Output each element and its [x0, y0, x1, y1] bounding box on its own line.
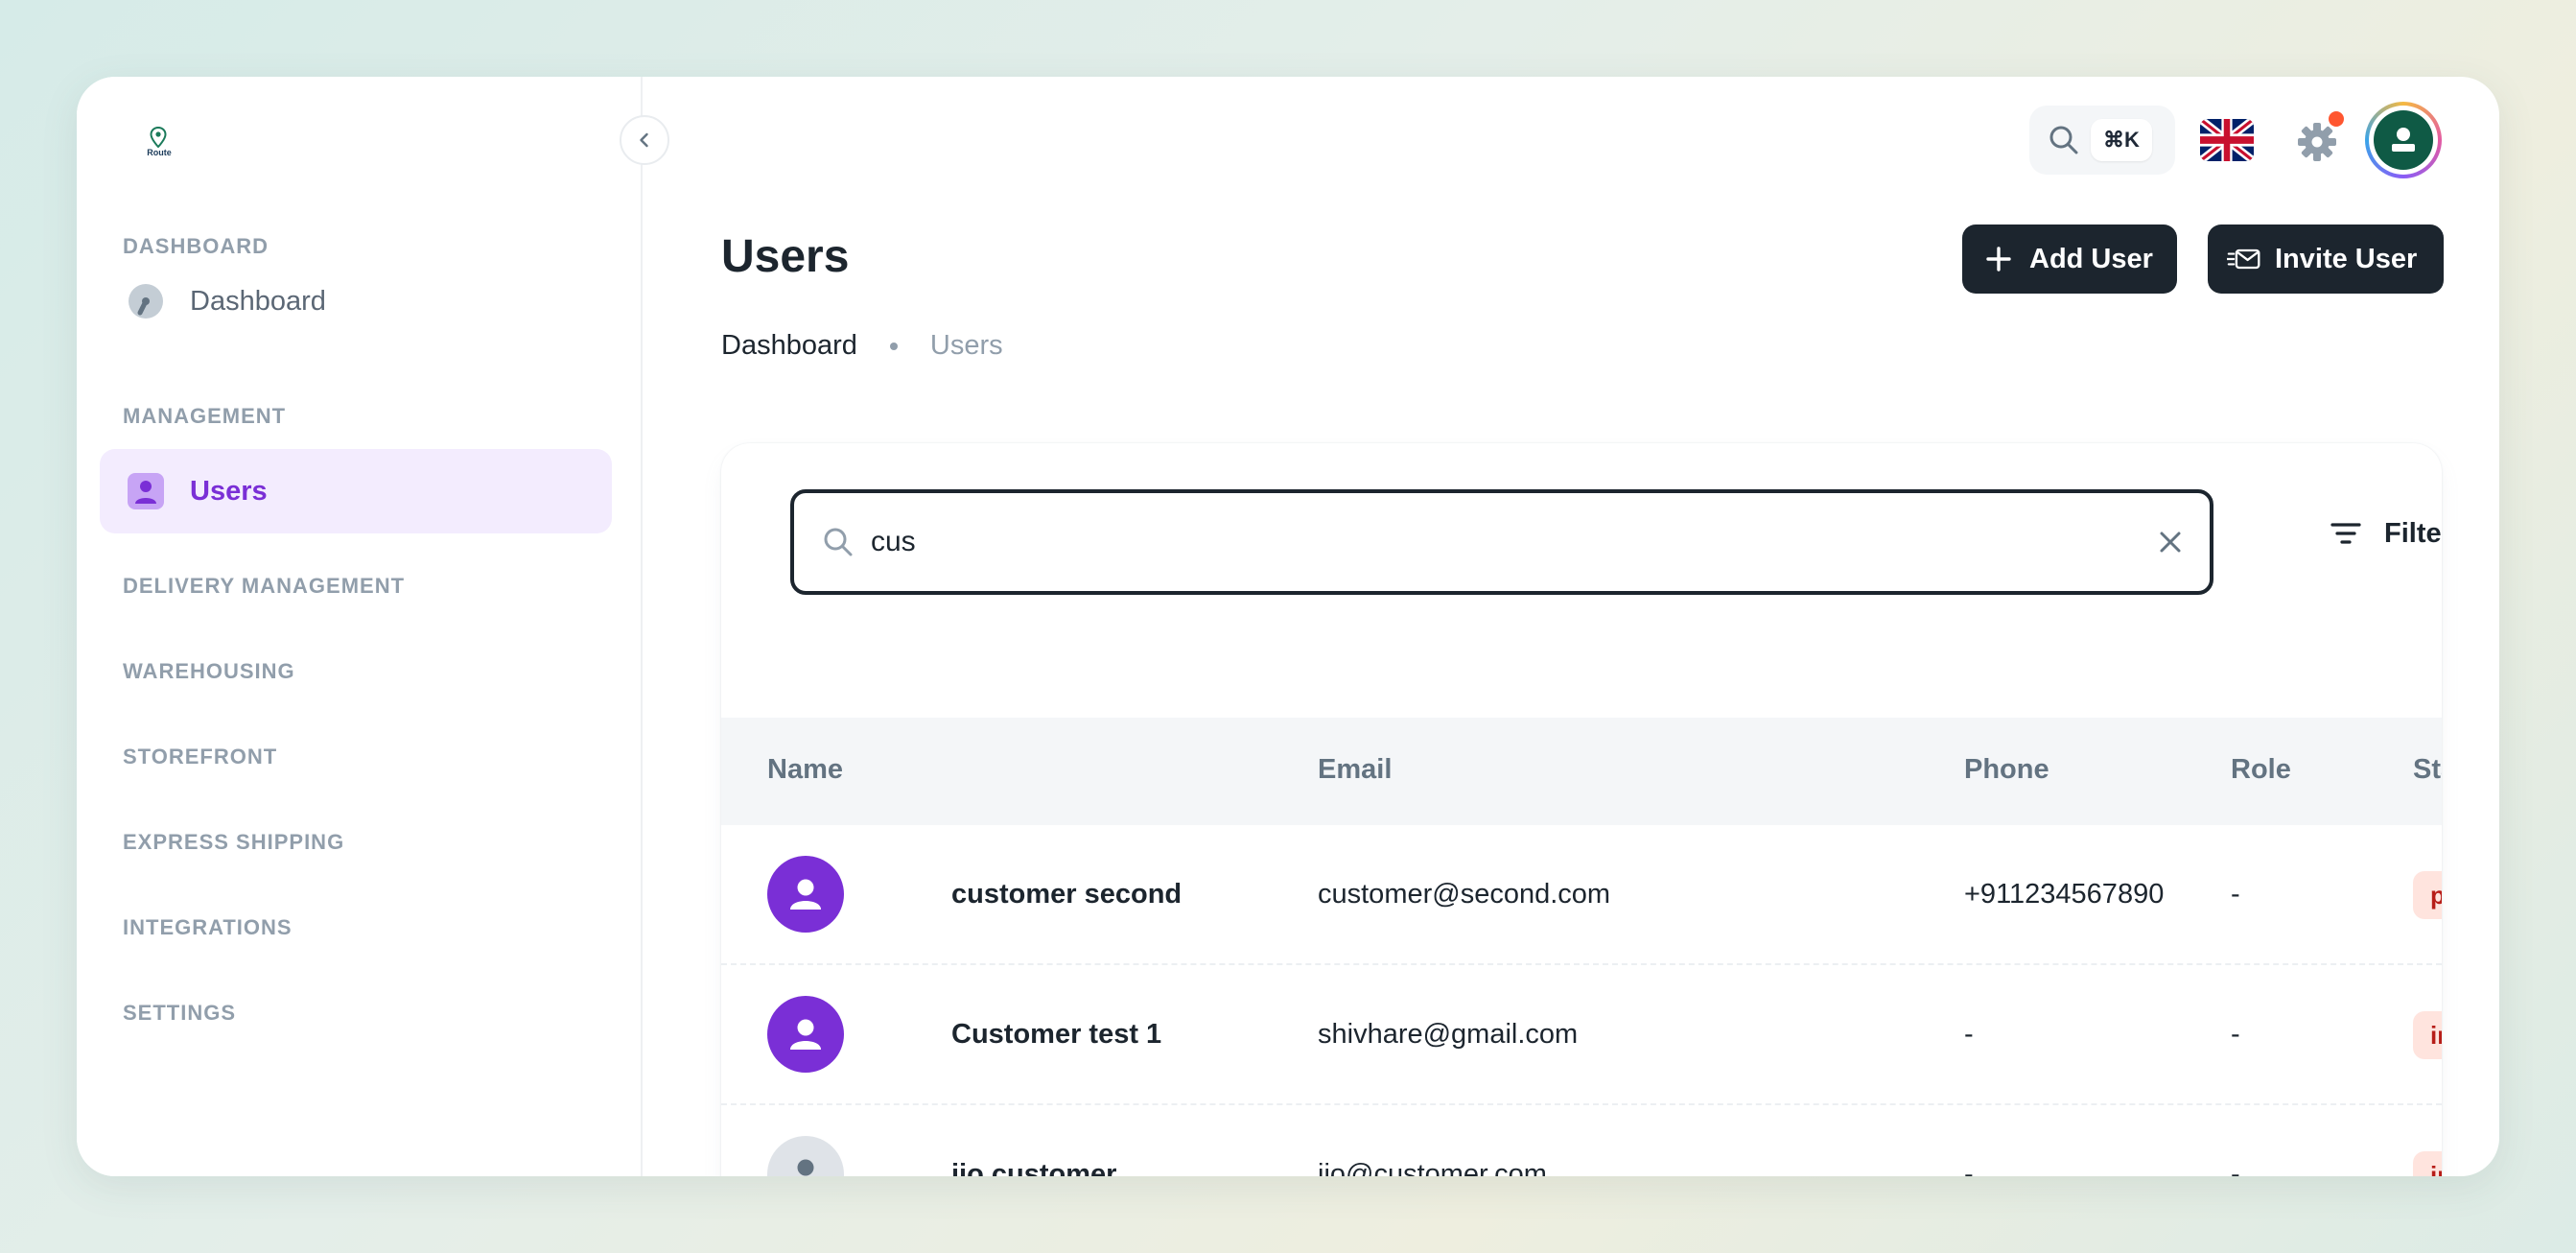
table-header: Name Email Phone Role Status — [721, 718, 2442, 825]
section-warehousing[interactable]: WAREHOUSING — [123, 659, 295, 684]
clear-icon[interactable] — [2154, 526, 2187, 558]
notification-dot — [2329, 111, 2344, 127]
send-mail-icon — [2227, 242, 2261, 276]
search-icon — [2049, 126, 2078, 154]
page-title: Users — [721, 231, 850, 282]
status-badge: inactive — [2413, 1011, 2442, 1059]
user-email: customer@second.com — [1318, 879, 1611, 910]
add-user-label: Add User — [2029, 243, 2153, 274]
shortcut-badge: ⌘K — [2091, 119, 2152, 161]
user-icon — [790, 879, 821, 910]
avatar — [767, 996, 844, 1073]
column-header-email[interactable]: Email — [1318, 754, 1392, 786]
search-input[interactable] — [871, 526, 2118, 558]
section-dashboard: DASHBOARD — [123, 234, 269, 258]
breadcrumb-dashboard-link[interactable]: Dashboard — [721, 330, 857, 362]
sidebar-item-users[interactable]: Users — [100, 449, 612, 533]
user-icon — [790, 1019, 821, 1050]
filters-button[interactable]: Filters — [2329, 516, 2442, 551]
user-phone: +911234567890 — [1964, 879, 2165, 910]
user-icon — [125, 470, 167, 512]
map-pin-icon — [150, 127, 167, 148]
add-user-button[interactable]: Add User — [1962, 225, 2177, 294]
sidebar-collapse-button[interactable] — [620, 115, 669, 165]
search-icon — [824, 528, 853, 556]
sidebar-item-dashboard[interactable]: Dashboard — [100, 259, 612, 343]
filters-label: Filters — [2384, 517, 2442, 549]
user-role: - — [2231, 1159, 2240, 1176]
section-settings[interactable]: SETTINGS — [123, 1001, 236, 1026]
language-flag-icon[interactable] — [2200, 119, 2254, 161]
table-row[interactable]: jio customer jio@customer.com - - inacti… — [721, 1105, 2442, 1176]
user-role: - — [2231, 1019, 2240, 1050]
column-header-role[interactable]: Role — [2231, 754, 2291, 786]
section-storefront[interactable]: STOREFRONT — [123, 745, 277, 769]
user-name[interactable]: Customer test 1 — [951, 1019, 1161, 1051]
section-delivery-management[interactable]: DELIVERY MANAGEMENT — [123, 574, 405, 599]
status-badge: inactive — [2413, 1151, 2442, 1176]
logo-text: Route — [147, 148, 172, 157]
table-row[interactable]: customer second customer@second.com +911… — [721, 825, 2442, 965]
user-icon — [797, 1159, 814, 1176]
user-phone: - — [1964, 1019, 1974, 1050]
breadcrumb: Dashboard Users — [721, 330, 1003, 362]
status-badge: pending — [2413, 871, 2442, 919]
gauge-icon — [125, 280, 167, 322]
user-name[interactable]: customer second — [951, 879, 1182, 910]
user-phone: - — [1964, 1159, 1974, 1176]
column-header-phone[interactable]: Phone — [1964, 754, 2049, 786]
avatar — [767, 1136, 844, 1176]
users-table-card: Filters Name Email Phone Role Status cus… — [721, 443, 2442, 1176]
sidebar-item-label: Users — [190, 475, 268, 507]
column-header-status[interactable]: Status — [2413, 754, 2442, 786]
user-search-field[interactable] — [790, 489, 2213, 595]
app-window: Route DASHBOARD Dashboard MANAGEMENT Use… — [77, 77, 2499, 1176]
section-integrations[interactable]: INTEGRATIONS — [123, 915, 293, 940]
brand-logo[interactable]: Route — [140, 127, 175, 169]
user-role: - — [2231, 879, 2240, 910]
avatar — [767, 856, 844, 933]
sidebar: Route DASHBOARD Dashboard MANAGEMENT Use… — [77, 77, 643, 1176]
filter-icon — [2330, 523, 2361, 544]
user-name[interactable]: jio customer — [951, 1159, 1116, 1176]
breadcrumb-current: Users — [929, 330, 1003, 361]
invite-user-label: Invite User — [2275, 243, 2418, 274]
account-avatar[interactable] — [2365, 102, 2442, 178]
column-header-name[interactable]: Name — [767, 754, 843, 786]
invite-user-button[interactable]: Invite User — [2208, 225, 2444, 294]
global-search-button[interactable]: ⌘K — [2029, 106, 2175, 175]
user-icon — [2392, 128, 2415, 152]
table-row[interactable]: Customer test 1 shivhare@gmail.com - - i… — [721, 965, 2442, 1105]
user-email: shivhare@gmail.com — [1318, 1019, 1579, 1050]
section-management: MANAGEMENT — [123, 404, 287, 428]
chevron-left-icon — [640, 132, 648, 148]
user-email: jio@customer.com — [1318, 1159, 1547, 1176]
breadcrumb-separator — [889, 342, 898, 350]
plus-icon — [1981, 242, 2016, 276]
sidebar-item-label: Dashboard — [190, 285, 326, 317]
section-express-shipping[interactable]: EXPRESS SHIPPING — [123, 830, 344, 855]
